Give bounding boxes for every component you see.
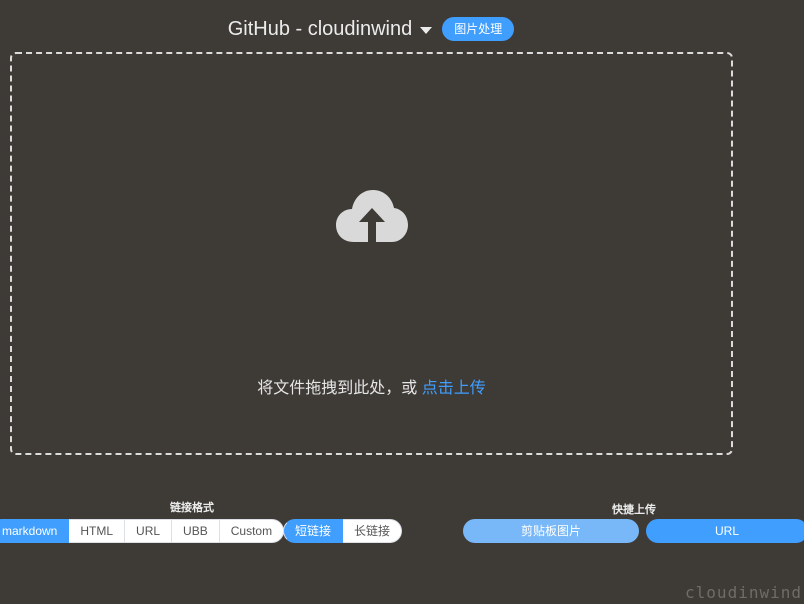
format-option-ubb[interactable]: UBB bbox=[172, 519, 220, 543]
url-upload-button[interactable]: URL bbox=[646, 519, 804, 543]
watermark: cloudinwind bbox=[685, 583, 802, 602]
link-format-selector: markdown HTML URL UBB Custom bbox=[0, 519, 285, 543]
chevron-down-icon[interactable] bbox=[420, 27, 433, 34]
format-option-html[interactable]: HTML bbox=[69, 519, 126, 543]
upload-dropzone[interactable]: 将文件拖拽到此处，或 点击上传 bbox=[10, 52, 733, 455]
upload-page: GitHub - cloudinwind 图片处理 将文件拖拽到此处，或 点击上… bbox=[0, 0, 804, 604]
drop-hint: 将文件拖拽到此处，或 点击上传 bbox=[12, 374, 731, 398]
repo-title[interactable]: GitHub - cloudinwind bbox=[228, 14, 413, 44]
clipboard-upload-button[interactable]: 剪贴板图片 bbox=[463, 519, 639, 543]
format-option-custom[interactable]: Custom bbox=[219, 519, 285, 543]
quick-upload-label: 快捷上传 bbox=[612, 504, 656, 516]
format-option-markdown[interactable]: markdown bbox=[0, 519, 70, 543]
short-link-option[interactable]: 短链接 bbox=[283, 519, 344, 543]
link-format-label: 链接格式 bbox=[170, 502, 214, 514]
long-link-option[interactable]: 长链接 bbox=[343, 519, 403, 543]
drop-hint-text: 将文件拖拽到此处，或 bbox=[257, 380, 422, 397]
link-length-selector: 短链接 长链接 bbox=[283, 519, 403, 543]
click-upload-link[interactable]: 点击上传 bbox=[422, 380, 486, 397]
picture-processing-button[interactable]: 图片处理 bbox=[442, 17, 515, 41]
format-option-url[interactable]: URL bbox=[125, 519, 173, 543]
cloud-upload-icon bbox=[336, 190, 408, 242]
header: GitHub - cloudinwind 图片处理 bbox=[0, 14, 742, 44]
